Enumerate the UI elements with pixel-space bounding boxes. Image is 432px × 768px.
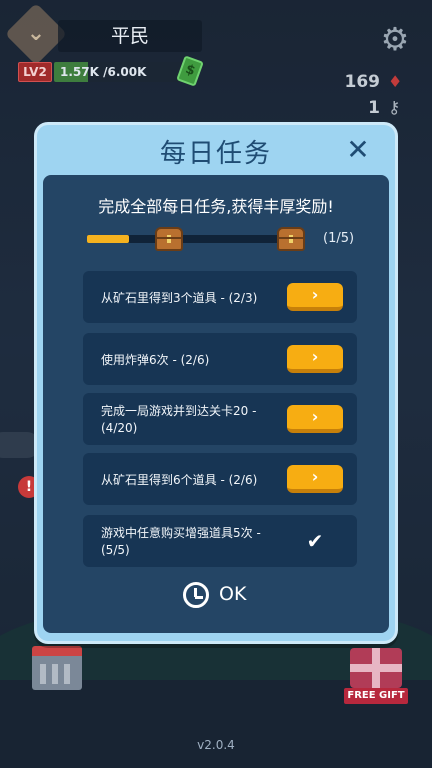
task-go-button[interactable]: ›: [287, 405, 343, 433]
xp-bar: 1.57K /6.00K: [54, 62, 184, 82]
task-label: 完成一局游戏并到达关卡20 - (4/20): [101, 404, 257, 435]
close-icon[interactable]: ✕: [343, 135, 373, 165]
task-item: 游戏中任意购买增强道具5次 - (5/5) ✔: [83, 515, 357, 567]
reward-progress-bar: [87, 235, 295, 243]
daily-tasks-modal: 每日任务 ✕ 完成全部每日任务,获得丰厚奖励! (1/5) 从矿石里得到3个道具…: [34, 122, 398, 644]
key-count: 1: [368, 98, 380, 118]
clock-icon: [183, 582, 209, 608]
gear-icon[interactable]: ⚙: [378, 22, 412, 56]
gem-icon: ♦: [388, 72, 403, 91]
tasks-header: 完成全部每日任务,获得丰厚奖励!: [98, 197, 334, 216]
task-go-button[interactable]: ›: [287, 465, 343, 493]
gem-count: 169: [344, 72, 381, 92]
free-gift-button[interactable]: FREE GIFT: [344, 688, 408, 704]
modal-title: 每日任务: [159, 139, 272, 169]
task-label: 从矿石里得到3个道具 - (2/3): [101, 290, 258, 305]
task-label: 使用炸弹6次 - (2/6): [101, 352, 210, 367]
task-item: 从矿石里得到3个道具 - (2/3) ›: [83, 271, 357, 323]
treasure-chest-icon[interactable]: [155, 227, 183, 251]
task-item: 使用炸弹6次 - (2/6) ›: [83, 333, 357, 385]
xp-text: 1.57K /6.00K: [60, 65, 147, 79]
version-label: v2.0.4: [197, 738, 235, 752]
task-item: 完成一局游戏并到达关卡20 - (4/20) ›: [83, 393, 357, 445]
task-item: 从矿石里得到6个道具 - (2/6) ›: [83, 453, 357, 505]
reward-progress-text: (1/5): [323, 231, 355, 246]
task-go-button[interactable]: ›: [287, 345, 343, 373]
tasks-panel: 完成全部每日任务,获得丰厚奖励! (1/5) 从矿石里得到3个道具 - (2/3…: [43, 175, 389, 633]
reward-progress-fill: [87, 235, 129, 243]
key-icon: ⚷: [388, 98, 401, 118]
task-go-button[interactable]: ›: [287, 283, 343, 311]
treasure-chest-icon[interactable]: [277, 227, 305, 251]
rank-chevron-icon: ⌄: [26, 21, 46, 46]
task-label: 从矿石里得到6个道具 - (2/6): [101, 472, 258, 487]
ok-button[interactable]: OK: [183, 579, 255, 613]
shop-icon[interactable]: [32, 646, 82, 690]
gift-icon[interactable]: [350, 648, 402, 688]
task-label: 游戏中任意购买增强道具5次 - (5/5): [101, 526, 261, 557]
rank-title: 平民: [58, 20, 202, 52]
check-icon: ✔: [306, 529, 324, 553]
level-badge: LV2: [18, 62, 52, 82]
ok-label: OK: [219, 583, 247, 605]
